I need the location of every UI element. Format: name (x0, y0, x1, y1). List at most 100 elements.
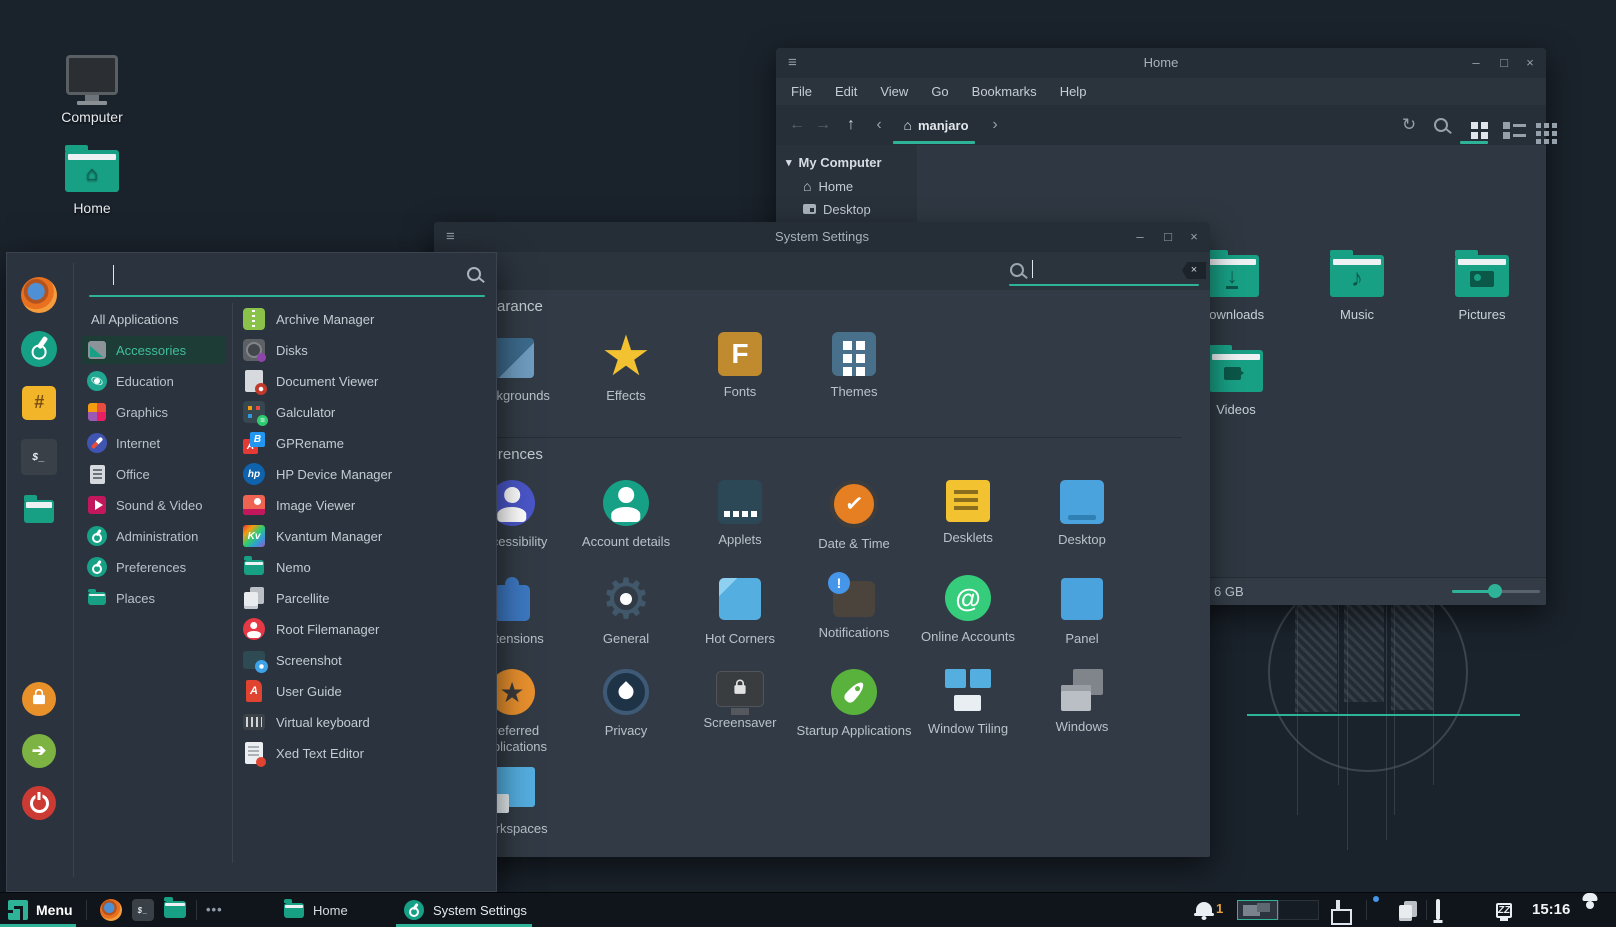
settings-item-fonts[interactable]: Fonts (682, 332, 798, 400)
grid-view-icon[interactable] (1460, 105, 1488, 145)
app-screenshot[interactable]: Screenshot (243, 646, 498, 674)
display-applet[interactable] (1436, 901, 1440, 919)
category-internet[interactable]: Internet (81, 429, 226, 457)
up-icon[interactable]: ↑ (838, 105, 864, 145)
menu-help[interactable]: Help (1060, 84, 1087, 99)
app-parcellite[interactable]: Parcellite (243, 584, 498, 612)
launcher-files[interactable] (164, 901, 186, 918)
menu-view[interactable]: View (880, 84, 908, 99)
maximize-button[interactable]: □ (1492, 48, 1516, 78)
folder-item-pictures[interactable]: Pictures (1424, 255, 1540, 322)
menu-search-input[interactable] (93, 261, 487, 291)
favorite-firefox[interactable] (21, 277, 57, 313)
clear-search-icon[interactable]: × (1182, 262, 1206, 279)
settings-item-windows[interactable]: Windows (1024, 669, 1140, 735)
close-button[interactable]: × (1182, 222, 1206, 252)
search-icon[interactable] (1428, 105, 1454, 145)
app-document-viewer[interactable]: Document Viewer (243, 367, 498, 395)
category-places[interactable]: Places (81, 584, 226, 612)
back-icon[interactable]: ← (784, 105, 810, 145)
settings-item-desktop[interactable]: Desktop (1024, 480, 1140, 548)
category-preferences[interactable]: Preferences (81, 553, 226, 581)
settings-item-themes[interactable]: Themes (796, 332, 912, 400)
favorite-system-settings[interactable] (21, 331, 57, 367)
app-disks[interactable]: Disks (243, 336, 498, 364)
settings-item-effects[interactable]: Effects (568, 332, 684, 404)
settings-titlebar[interactable]: ≡ System Settings – □ × (434, 222, 1210, 252)
favorite-terminal[interactable] (21, 439, 57, 475)
desktop-icon-home[interactable]: ⌂ Home (52, 150, 132, 216)
folder-item-music[interactable]: ♪ Music (1299, 255, 1415, 322)
breadcrumb-next-icon[interactable]: › (986, 105, 1004, 145)
menu-button[interactable]: Menu (8, 893, 73, 927)
window-list-applet[interactable] (1336, 902, 1340, 920)
menu-go[interactable]: Go (931, 84, 948, 99)
workspace-1[interactable] (1237, 900, 1278, 920)
desktop-icon-computer[interactable]: Computer (52, 55, 132, 125)
category-administration[interactable]: Administration (81, 522, 226, 550)
refresh-icon[interactable]: ↻ (1396, 105, 1422, 145)
app-image-viewer[interactable]: Image Viewer (243, 491, 498, 519)
breadcrumb[interactable]: ⌂ manjaro (893, 105, 979, 145)
launcher-firefox[interactable] (100, 899, 124, 921)
settings-item-desklets[interactable]: Desklets (910, 480, 1026, 546)
settings-item-applets[interactable]: Applets (682, 480, 798, 548)
favorite-file-manager[interactable] (21, 493, 57, 529)
settings-item-panel[interactable]: Panel (1024, 575, 1140, 647)
settings-search-input[interactable] (1009, 260, 1181, 280)
forward-icon[interactable]: → (810, 105, 836, 145)
settings-item-privacy[interactable]: Privacy (568, 669, 684, 739)
maximize-button[interactable]: □ (1156, 222, 1180, 252)
window-button-home[interactable]: Home (276, 893, 356, 927)
close-button[interactable]: × (1518, 48, 1542, 78)
zoom-slider-knob[interactable] (1488, 584, 1502, 598)
category-accessories[interactable]: Accessories (81, 336, 226, 364)
clock[interactable]: 15:16 (1532, 901, 1570, 918)
minimize-button[interactable]: – (1464, 48, 1488, 78)
workspace-2[interactable] (1278, 900, 1319, 920)
app-user-guide[interactable]: User Guide (243, 677, 498, 705)
app-root-filemanager[interactable]: Root Filemanager (243, 615, 498, 643)
settings-item-general[interactable]: General (568, 575, 684, 647)
settings-item-window-tiling[interactable]: Window Tiling (910, 669, 1026, 737)
menu-bookmarks[interactable]: Bookmarks (972, 84, 1037, 99)
settings-item-screensaver[interactable]: Screensaver (682, 669, 798, 731)
settings-item-notifications[interactable]: Notifications (796, 575, 912, 641)
shutdown-button[interactable] (21, 785, 57, 821)
app-nemo[interactable]: Nemo (243, 553, 498, 581)
settings-item-online-accounts[interactable]: Online Accounts (910, 575, 1026, 645)
category-all-applications[interactable]: All Applications (81, 305, 226, 333)
list-view-icon[interactable] (1492, 105, 1520, 145)
settings-item-startup-applications[interactable]: Startup Applications (796, 669, 912, 739)
inhibit-applet[interactable] (1496, 900, 1512, 918)
favorite-chat[interactable] (21, 385, 57, 421)
app-gprename[interactable]: GPRename (243, 429, 498, 457)
clipboard-tray-icon[interactable] (1398, 901, 1418, 921)
app-hp-device-manager[interactable]: HP Device Manager (243, 460, 498, 488)
settings-item-hot-corners[interactable]: Hot Corners (682, 575, 798, 647)
category-sound-video[interactable]: Sound & Video (81, 491, 226, 519)
panel-launchers-expander[interactable]: ••• (206, 902, 223, 917)
notifications-applet[interactable]: 1 (1196, 901, 1223, 916)
minimize-button[interactable]: – (1128, 222, 1152, 252)
compact-view-icon[interactable] (1524, 105, 1552, 145)
launcher-terminal[interactable] (132, 899, 156, 921)
sidebar-item-home[interactable]: ⌂ Home (776, 175, 917, 197)
lock-screen-button[interactable] (21, 681, 57, 717)
app-xed-text-editor[interactable]: Xed Text Editor (243, 739, 498, 767)
app-archive-manager[interactable]: Archive Manager (243, 305, 498, 333)
file-manager-titlebar[interactable]: ≡ Home – □ × (776, 48, 1546, 78)
logout-button[interactable] (21, 733, 57, 769)
app-galculator[interactable]: Galculator (243, 398, 498, 426)
category-graphics[interactable]: Graphics (81, 398, 226, 426)
sidebar-my-computer[interactable]: ▾ My Computer (776, 151, 917, 173)
settings-item-date-time[interactable]: Date & Time (796, 480, 912, 552)
app-virtual-keyboard[interactable]: Virtual keyboard (243, 708, 498, 736)
breadcrumb-prev-icon[interactable]: ‹ (870, 105, 888, 145)
app-kvantum-manager[interactable]: Kvantum Manager (243, 522, 498, 550)
sidebar-item-desktop[interactable]: Desktop (776, 198, 917, 220)
workspace-switcher[interactable] (1237, 900, 1319, 920)
expander-icon[interactable]: ▾ (786, 156, 792, 169)
menu-file[interactable]: File (791, 84, 812, 99)
category-education[interactable]: Education (81, 367, 226, 395)
